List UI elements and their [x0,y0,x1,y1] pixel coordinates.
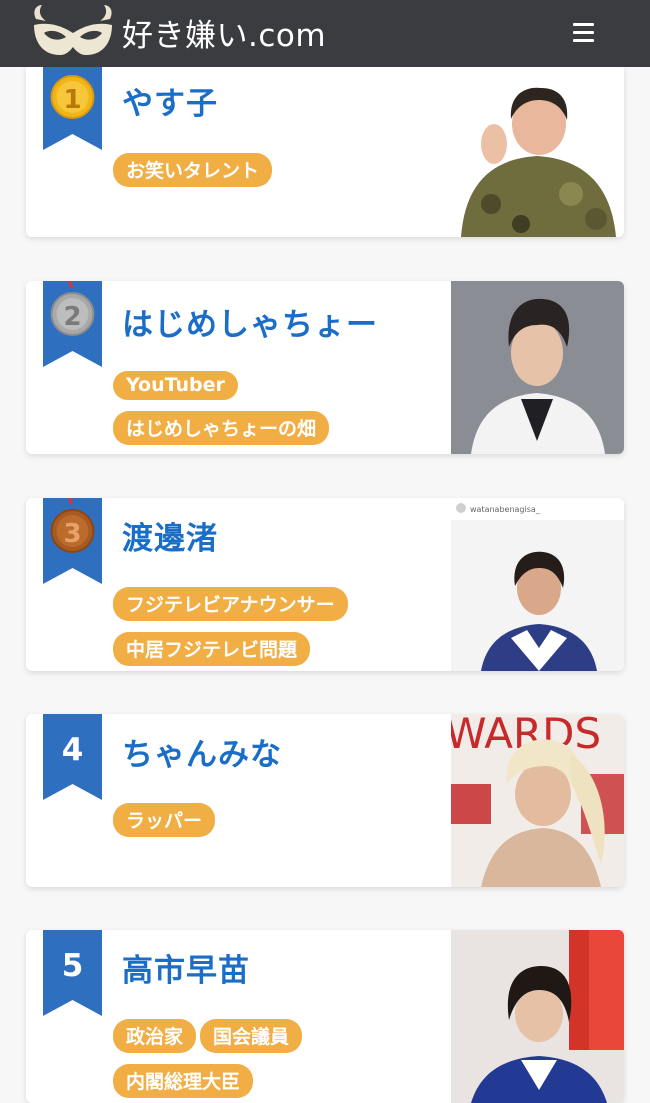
svg-text:2: 2 [63,302,81,332]
tag-list: YouTuber はじめしゃちょーの畑 [113,371,443,454]
tag[interactable]: 政治家 [113,1019,197,1053]
person-photo[interactable] [451,281,624,454]
tag[interactable]: 中居フジテレビ問題 [113,632,311,666]
rank-number: 5 [61,948,84,984]
ranking-card[interactable]: 4 ちゃんみな ラッパー WARDS [26,714,624,887]
tag-list: ラッパー [113,803,443,848]
person-name[interactable]: 高市早苗 [122,945,250,990]
person-photo[interactable] [451,930,624,1103]
ranking-card[interactable]: 2 はじめしゃちょー YouTuber はじめしゃちょーの畑 [26,281,624,454]
tag[interactable]: YouTuber [113,371,238,400]
tag[interactable]: ラッパー [113,803,216,837]
ranking-card[interactable]: 5 高市早苗 政治家 国会議員 内閣総理大臣 [26,930,624,1103]
person-photo[interactable]: watanabenagisa_ [451,498,624,671]
tag[interactable]: お笑いタレント [113,153,273,187]
person-name[interactable]: ちゃんみな [122,729,282,774]
mask-logo-icon [34,5,112,55]
tag-list: フジテレビアナウンサー 中居フジテレビ問題 [113,587,443,671]
ranking-card[interactable]: 3 渡邊渚 フジテレビアナウンサー 中居フジテレビ問題 watanabenagi… [26,498,624,671]
rank-number: 4 [61,732,84,768]
site-logo[interactable]: 好き嫌い.com [26,0,346,67]
medal-ribbon-icon: 1 [43,64,102,150]
person-photo[interactable] [451,64,624,237]
person-photo[interactable]: WARDS [451,714,624,887]
person-name[interactable]: はじめしゃちょー [122,299,378,344]
tag-list: お笑いタレント [113,153,443,198]
tag[interactable]: 国会議員 [200,1019,303,1053]
svg-text:3: 3 [63,519,81,549]
site-name: 好き嫌い.com [122,18,327,54]
person-name[interactable]: 渡邊渚 [122,513,218,558]
tag[interactable]: フジテレビアナウンサー [113,587,348,621]
tag-list: 政治家 国会議員 内閣総理大臣 [113,1019,443,1103]
svg-text:1: 1 [63,85,81,115]
hamburger-menu-icon[interactable] [566,23,602,45]
tag[interactable]: 内閣総理大臣 [113,1064,254,1098]
person-name[interactable]: やす子 [122,78,218,123]
medal-ribbon-icon: 2 [43,281,102,367]
medal-ribbon-icon: 3 [43,498,102,584]
site-header: 好き嫌い.com [0,0,650,67]
photo-caption: watanabenagisa_ [470,505,541,514]
tag[interactable]: はじめしゃちょーの畑 [113,411,330,445]
medal-strap-icon [67,281,79,287]
medal-strap-icon [67,498,79,504]
ranking-card[interactable]: 1 やす子 お笑いタレント [26,64,624,237]
